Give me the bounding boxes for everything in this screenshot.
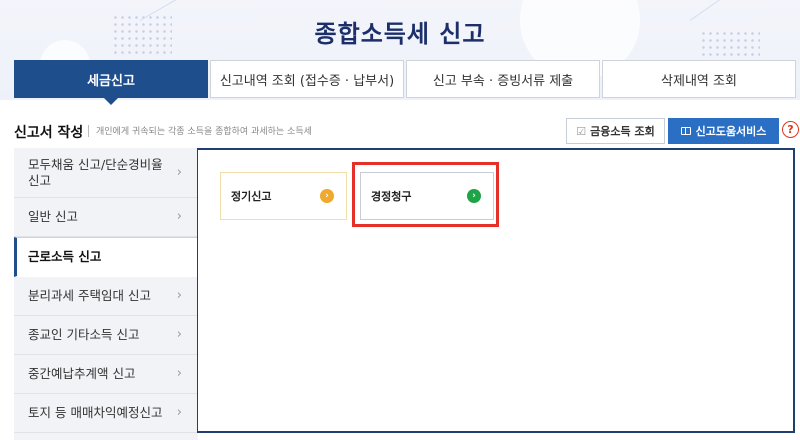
sidebar-item-label: 근로소득 신고 xyxy=(28,249,102,264)
tab-filing-history[interactable]: 신고내역 조회 (접수증 · 납부서) xyxy=(210,60,404,98)
help-question-icon[interactable]: ? xyxy=(782,121,799,138)
tab-supporting-docs[interactable]: 신고 부속 · 증빙서류 제출 xyxy=(406,60,600,98)
sidebar: 모두채움 신고/단순경비율 신고 › 일반 신고 › 근로소득 신고 분리과세 … xyxy=(14,148,200,440)
section-header: 신고서 작성 개인에게 귀속되는 각종 소득을 종합하여 과세하는 소득세 ☑ … xyxy=(14,118,799,144)
book-icon xyxy=(680,127,691,135)
sidebar-item-label: 종교인 기타소득 신고 xyxy=(28,327,140,342)
finance-income-button[interactable]: ☑ 금융소득 조회 xyxy=(566,118,665,144)
sidebar-item-land-sale[interactable]: 토지 등 매매차익예정신고 › xyxy=(14,394,198,433)
regular-filing-card[interactable]: 정기신고 › xyxy=(220,172,347,220)
correction-claim-card[interactable]: 경정청구 › xyxy=(360,172,494,220)
sidebar-item-label: 분리과세 주택임대 신고 xyxy=(28,288,151,303)
sidebar-item-label: 모두채움 신고/단순경비율 신고 xyxy=(28,156,163,188)
divider xyxy=(88,125,89,137)
arrow-right-circle-icon: › xyxy=(467,189,481,203)
chevron-right-icon: › xyxy=(176,288,182,303)
sidebar-item-interim[interactable]: 중간예납추계액 신고 › xyxy=(14,355,198,394)
tab-tax-filing[interactable]: 세금신고 xyxy=(14,60,208,105)
page-title: 종합소득세 신고 xyxy=(314,20,486,48)
card-label: 경정청구 xyxy=(371,190,412,203)
sidebar-item-label: 중간예납추계액 신고 xyxy=(28,366,136,381)
section-description: 개인에게 귀속되는 각종 소득을 종합하여 과세하는 소득세 xyxy=(96,127,312,137)
help-service-label: 신고도움서비스 xyxy=(695,125,767,138)
chevron-right-icon: › xyxy=(176,405,182,420)
tab-deleted-history[interactable]: 삭제내역 조회 xyxy=(602,60,796,98)
sidebar-item-prefilled[interactable]: 모두채움 신고/단순경비율 신고 › xyxy=(14,148,198,198)
finance-income-label: 금융소득 조회 xyxy=(590,125,655,138)
sidebar-item-general[interactable]: 일반 신고 › xyxy=(14,198,198,237)
sidebar-item-earned-income[interactable]: 근로소득 신고 xyxy=(14,237,200,277)
chevron-right-icon: › xyxy=(176,327,182,342)
card-label: 정기신고 xyxy=(231,190,272,203)
sidebar-item-religious[interactable]: 종교인 기타소득 신고 › xyxy=(14,316,198,355)
checkbox-edit-icon: ☑ xyxy=(576,124,587,138)
content-panel: 정기신고 › 경정청구 › xyxy=(197,148,795,433)
chevron-right-icon: › xyxy=(176,164,182,180)
arrow-right-circle-icon: › xyxy=(320,189,334,203)
sidebar-item-label: 일반 신고 xyxy=(28,209,78,224)
main-tabs: 세금신고 신고내역 조회 (접수증 · 납부서) 신고 부속 · 증빙서류 제출… xyxy=(14,60,796,105)
sidebar-item-rental[interactable]: 분리과세 주택임대 신고 › xyxy=(14,277,198,316)
chevron-right-icon: › xyxy=(176,366,182,381)
help-service-button[interactable]: 신고도움서비스 xyxy=(668,118,779,144)
chevron-right-icon: › xyxy=(176,209,182,224)
section-title: 신고서 작성 xyxy=(14,125,84,141)
sidebar-item-label: 토지 등 매매차익예정신고 xyxy=(28,405,163,420)
